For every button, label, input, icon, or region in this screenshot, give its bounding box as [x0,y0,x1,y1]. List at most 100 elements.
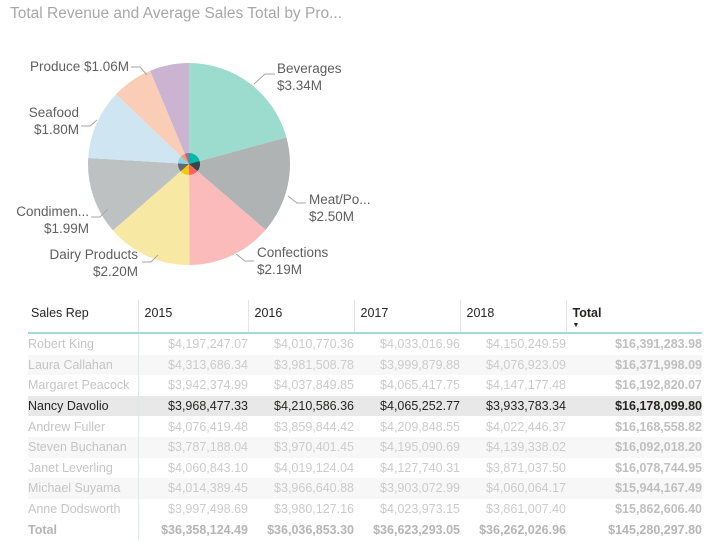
cell-2016: $4,019,124.04 [274,460,354,475]
table-row-selected[interactable]: Nancy Davolio $3,968,477.33 $4,210,586.3… [28,395,702,417]
cell-2016: $4,037,849.85 [274,378,354,393]
total-cell-grand-total: $145,280,297.80 [608,522,702,537]
table-header-row: Sales Rep 2015 2016 2017 2018 Total ▼ [28,300,702,334]
column-header-2016[interactable]: 2016 [247,300,354,334]
sales-rep-name: Anne Dodsworth [28,502,121,517]
cell-2017: $4,209,848.55 [380,419,460,434]
pie-label-category: Beverages [277,61,342,76]
cell-2017: $4,023,973.15 [380,502,460,517]
cell-total: $16,192,820.07 [615,378,702,393]
pie-label-category: Confections [257,245,329,260]
cell-total: $15,944,167.49 [615,481,702,496]
cell-2016: $3,981,508.78 [274,357,354,372]
leader-line-beverages [253,73,275,85]
sales-rep-name: Robert King [28,337,95,352]
cell-2017: $4,065,417.75 [380,378,460,393]
table-row[interactable]: Anne Dodsworth $3,997,498.69 $3,980,127.… [28,498,702,520]
pie-label-category: Dairy Products [49,247,138,262]
table-row[interactable]: Margaret Peacock $3,942,374.99 $4,037,84… [28,375,702,396]
cell-2016: $3,970,401.45 [274,440,354,455]
cell-2018: $3,861,007.40 [486,502,566,517]
total-cell-2017: $36,623,293.05 [373,522,460,537]
cell-2018: $4,022,446.37 [486,419,566,434]
cell-total: $16,391,283.98 [615,337,702,352]
pie-label-produce: Produce $1.06M [24,58,129,75]
pie-label-value: $2.20M [92,264,138,279]
cell-2016: $4,210,586.36 [274,399,354,414]
pie-label-category: Condimen... [16,204,89,219]
leader-line-seafood [81,119,98,127]
pie-label-value: $2.50M [309,209,355,224]
cell-2018: $4,076,923.09 [486,357,566,372]
cell-2015: $4,060,843.10 [137,457,248,479]
cell-2015: $3,787,188.04 [137,436,248,458]
cell-2017: $4,195,090.69 [380,440,460,455]
pie-label-category: Meat/Po... [309,192,371,207]
total-cell-2018: $36,262,026.96 [479,522,566,537]
pie-label-value: $1.99M [43,221,89,236]
cell-2016: $3,980,127.16 [274,502,354,517]
total-row-label: Total [28,522,57,537]
cell-2017: $4,033,016.96 [380,337,460,352]
cell-2016: $3,966,640.88 [274,481,354,496]
column-header-sales-rep[interactable]: Sales Rep [28,300,138,334]
sort-descending-icon: ▼ [572,322,580,329]
cell-2015: $3,968,477.33 [137,395,248,417]
column-header-2018[interactable]: 2018 [459,300,566,334]
cell-2018: $3,933,783.34 [486,399,566,414]
cell-2017: $3,903,072.99 [380,481,460,496]
cell-total: $16,168,558.82 [615,419,702,434]
cell-2016: $4,010,770.36 [274,337,354,352]
cell-2016: $3,859,844.42 [274,419,354,434]
pie-label-category: Seafood [28,105,79,120]
cell-2018: $4,147,177.48 [486,378,566,393]
cell-total: $16,078,744.95 [615,460,702,475]
cell-2015: $3,942,374.99 [137,375,248,396]
leader-line-meat [287,195,306,204]
sales-rep-name: Nancy Davolio [28,399,109,414]
leader-line-confections [235,253,254,262]
sales-table: Sales Rep 2015 2016 2017 2018 Total ▼ Ro… [28,300,702,541]
total-cell-2015: $36,358,124.49 [137,519,248,541]
cell-total: $16,092,018.20 [615,440,702,455]
table-row[interactable]: Robert King $4,197,247.07 $4,010,770.36 … [28,333,702,355]
sales-rep-name: Steven Buchanan [28,440,127,455]
cell-2015: $4,076,419.48 [137,416,248,437]
pie-label-meat-poultry: Meat/Po... $2.50M [309,191,371,225]
sales-rep-name: Andrew Fuller [28,419,106,434]
cell-total: $16,371,998.09 [615,357,702,372]
cell-2017: $3,999,879.88 [380,357,460,372]
sales-rep-name: Margaret Peacock [28,378,130,393]
pie-label-value: $2.19M [257,262,303,277]
sales-rep-name: Michael Suyama [28,481,121,496]
pie-label-beverages: Beverages $3.34M [277,60,342,94]
cell-2017: $4,127,740.31 [380,460,460,475]
cell-2018: $4,060,064.17 [486,481,566,496]
cell-2015: $4,197,247.07 [137,333,248,355]
table-row[interactable]: Laura Callahan $4,313,686.34 $3,981,508.… [28,354,702,376]
cell-total: $15,862,606.40 [615,502,702,517]
sales-rep-name: Laura Callahan [28,357,113,372]
table-row[interactable]: Andrew Fuller $4,076,419.48 $3,859,844.4… [28,416,702,437]
cell-2018: $4,139,338.02 [486,440,566,455]
table-row[interactable]: Michael Suyama $4,014,389.45 $3,966,640.… [28,478,702,499]
column-header-total[interactable]: Total ▼ [565,300,702,334]
table-row[interactable]: Janet Leverling $4,060,843.10 $4,019,124… [28,457,702,479]
sales-rep-name: Janet Leverling [28,460,113,475]
column-header-total-label: Total [572,306,602,320]
pie-label-condiments: Condimen... $1.99M [5,203,89,237]
cell-2017: $4,065,252.77 [380,399,460,414]
pie-label-value: $3.34M [277,78,323,93]
column-header-2017[interactable]: 2017 [353,300,460,334]
pie-label-value: $1.80M [33,122,79,137]
column-header-2015[interactable]: 2015 [137,300,248,334]
table-row[interactable]: Steven Buchanan $3,787,188.04 $3,970,401… [28,436,702,458]
table-total-row: Total $36,358,124.49 $36,036,853.30 $36,… [28,519,702,541]
cell-2015: $3,997,498.69 [137,498,248,520]
cell-2018: $3,871,037.50 [486,460,566,475]
pie-label-seafood: Seafood $1.80M [5,104,79,138]
cell-2015: $4,313,686.34 [137,354,248,376]
total-cell-2016: $36,036,853.30 [267,522,354,537]
pie-inner-ring [178,152,200,176]
pie-label-category: Produce $1.06M [29,59,129,74]
